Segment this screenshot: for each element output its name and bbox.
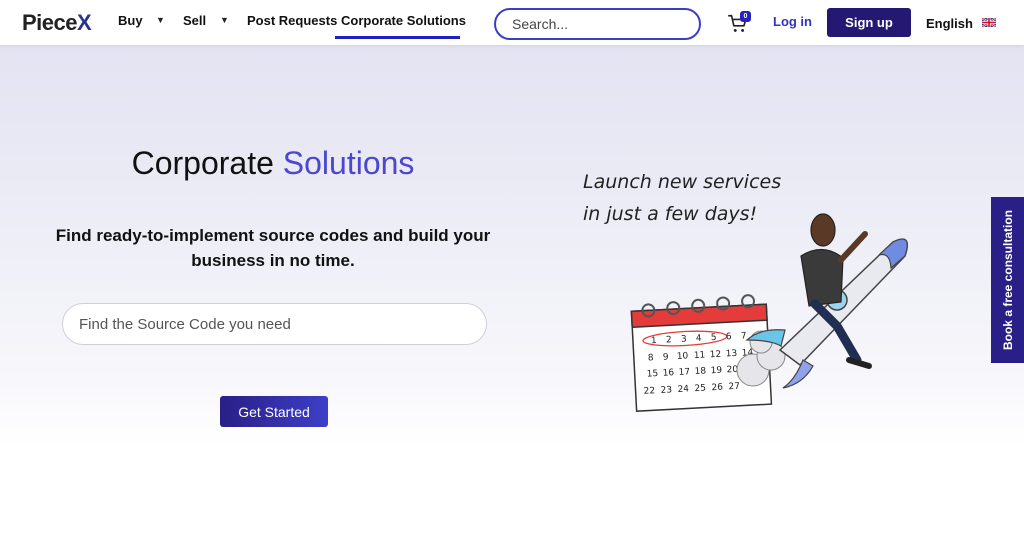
nav-buy[interactable]: Buy: [118, 13, 143, 28]
cal-19: 19: [710, 366, 722, 377]
cal-5: 5: [711, 333, 717, 343]
illustration-text-2: in just a few days!: [583, 203, 757, 225]
cal-24: 24: [677, 384, 689, 395]
title-main: Corporate: [131, 145, 274, 181]
cal-12: 12: [710, 350, 722, 361]
illustration-text-1: Launch new services: [583, 171, 781, 193]
cal-13: 13: [726, 349, 738, 360]
cal-9: 9: [663, 352, 670, 362]
book-consultation-label: Book a free consultation: [1000, 209, 1015, 351]
nav-corporate-solutions[interactable]: Corporate Solutions: [341, 13, 466, 28]
cal-18: 18: [694, 366, 706, 377]
buy-caret-icon[interactable]: ▼: [156, 15, 165, 25]
cal-15: 15: [646, 369, 658, 380]
nav-sell[interactable]: Sell: [183, 13, 206, 28]
get-started-button[interactable]: Get Started: [220, 396, 328, 427]
nav-post-requests[interactable]: Post Requests: [247, 13, 337, 28]
cal-11: 11: [694, 350, 706, 361]
sell-caret-icon[interactable]: ▼: [220, 15, 229, 25]
hero-subtitle: Find ready-to-implement source codes and…: [55, 226, 491, 270]
cal-27: 27: [728, 382, 740, 393]
cal-7: 7: [741, 331, 747, 341]
cal-16: 16: [662, 368, 674, 379]
cal-23: 23: [660, 385, 672, 396]
piecex-logo[interactable]: PieceX: [22, 10, 92, 36]
logo-text: Piece: [22, 10, 78, 35]
cal-8: 8: [648, 353, 655, 363]
cal-17: 17: [678, 367, 690, 378]
cal-2: 2: [666, 335, 672, 345]
logo-x: X: [77, 10, 92, 35]
login-link[interactable]: Log in: [773, 14, 812, 29]
cal-3: 3: [681, 334, 687, 344]
calendar-icon: 1 2 3 4 5 6 7 8 9 10 11 12 13 14 15 16 1…: [630, 294, 773, 412]
cal-1: 1: [651, 336, 657, 346]
cal-26: 26: [711, 383, 723, 394]
launch-illustration: Launch new services in just a few days! …: [583, 171, 908, 412]
uk-flag-icon[interactable]: [982, 18, 996, 27]
cart-count-badge: 0: [740, 11, 751, 22]
title-accent: Solutions: [282, 145, 415, 181]
hero-section: Corporate Solutions Find ready-to-implem…: [0, 45, 1024, 445]
book-consultation-tab[interactable]: Book a free consultation: [991, 197, 1024, 363]
cal-25: 25: [694, 383, 706, 394]
cal-10: 10: [677, 351, 689, 362]
cal-6: 6: [726, 332, 733, 342]
signup-button[interactable]: Sign up: [827, 8, 911, 37]
cal-4: 4: [696, 334, 703, 344]
top-navbar: PieceX Buy ▼ Sell ▼ Post Requests Corpor…: [0, 0, 1024, 45]
page-title: Corporate Solutions: [0, 145, 546, 182]
search-input[interactable]: [494, 8, 701, 40]
active-tab-indicator: [335, 36, 460, 39]
source-code-search-input[interactable]: [62, 303, 487, 345]
cal-22: 22: [643, 386, 655, 397]
language-selector[interactable]: English: [926, 16, 973, 31]
